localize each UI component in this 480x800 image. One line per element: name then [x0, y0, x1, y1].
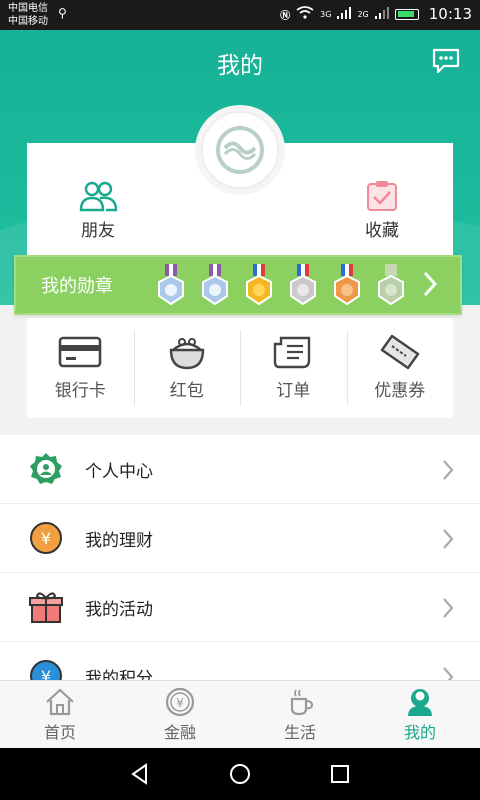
- purse-icon: [169, 338, 204, 370]
- medal-icon: [329, 263, 365, 307]
- medal-icon: [197, 263, 233, 307]
- bank-card-icon: [58, 336, 102, 368]
- carrier-2: 中国移动: [8, 16, 48, 27]
- tab-profile[interactable]: 我的: [360, 681, 480, 748]
- nfc-icon: Ⓝ: [280, 10, 291, 22]
- message-button[interactable]: [432, 48, 460, 74]
- bank-card-button[interactable]: 银行卡: [27, 318, 134, 418]
- medal-icon: [241, 263, 277, 307]
- friends-button[interactable]: 朋友: [48, 180, 148, 241]
- red-packet-button[interactable]: 红包: [133, 318, 241, 418]
- friends-label: 朋友: [81, 221, 115, 241]
- tab-life[interactable]: 生活: [240, 681, 360, 748]
- gift-icon: [29, 590, 63, 624]
- medal-list: [153, 263, 409, 307]
- signal-icon-2: [374, 6, 389, 22]
- bank-card-label: 银行卡: [54, 381, 106, 401]
- coupons-label: 优惠券: [374, 381, 426, 401]
- orders-label: 订单: [276, 381, 311, 401]
- avatar-logo-icon: [216, 126, 264, 174]
- medal-icon: [373, 263, 409, 307]
- favorites-icon: [367, 181, 397, 211]
- wallet-row: 银行卡 红包 订单 优惠券: [27, 318, 453, 418]
- favorites-label: 收藏: [365, 221, 399, 241]
- clock: 10:13: [428, 5, 472, 23]
- favorites-button[interactable]: 收藏: [332, 180, 432, 241]
- tab-label: 我的: [403, 723, 436, 742]
- network-2g: 2G: [357, 9, 369, 19]
- usb-icon: ⚲: [58, 6, 67, 20]
- battery-icon: [394, 8, 419, 20]
- wifi-icon: [296, 6, 314, 22]
- coffee-icon: [290, 689, 314, 716]
- back-icon[interactable]: [128, 762, 152, 786]
- carrier-1: 中国电信: [8, 3, 48, 14]
- menu-label: 我的理财: [85, 530, 153, 551]
- chevron-right-icon: [443, 460, 454, 480]
- svg-text:¥: ¥: [176, 696, 184, 710]
- status-bar: 中国电信 中国移动 ⚲ Ⓝ 3G 2G 10:13: [0, 0, 480, 30]
- menu-item-finance[interactable]: ¥ 我的理财: [0, 504, 480, 573]
- svg-text:¥: ¥: [41, 529, 51, 548]
- medal-banner[interactable]: 我的勋章: [14, 255, 462, 315]
- menu-label: 个人中心: [85, 461, 153, 482]
- menu-item-activities[interactable]: 我的活动: [0, 573, 480, 642]
- tab-finance[interactable]: ¥ 金融: [120, 681, 240, 748]
- receipt-icon: [274, 336, 311, 369]
- tab-label: 生活: [283, 723, 316, 742]
- medal-icon: [285, 263, 321, 307]
- chevron-right-icon: [443, 529, 454, 549]
- home-icon: [46, 688, 74, 716]
- ticket-icon: [380, 334, 419, 370]
- home-nav-icon[interactable]: [228, 762, 252, 786]
- page-title: 我的: [217, 53, 263, 79]
- signal-icon: [337, 6, 352, 22]
- status-icons: Ⓝ 3G 2G 10:13: [280, 5, 472, 23]
- recents-icon[interactable]: [328, 762, 352, 786]
- user-center-icon: [29, 452, 63, 486]
- avatar[interactable]: [201, 111, 279, 189]
- finance-icon: ¥: [29, 521, 63, 555]
- medal-label: 我的勋章: [41, 276, 113, 297]
- tab-home[interactable]: 首页: [0, 681, 120, 748]
- tab-bar: 首页 ¥ 金融 生活 我的: [0, 680, 480, 748]
- coupons-button[interactable]: 优惠券: [346, 318, 454, 418]
- medal-icon: [153, 263, 189, 307]
- red-packet-label: 红包: [169, 381, 204, 401]
- finance-tab-icon: ¥: [165, 687, 195, 717]
- menu-label: 我的活动: [85, 599, 153, 620]
- menu-list: 个人中心 ¥ 我的理财 我的活动 ¥ 我的积分: [0, 435, 480, 711]
- tab-label: 首页: [43, 723, 76, 742]
- system-nav-bar: [0, 748, 480, 800]
- profile-icon: [408, 689, 432, 716]
- friends-icon: [79, 181, 118, 212]
- tab-label: 金融: [163, 723, 196, 742]
- menu-item-user-center[interactable]: 个人中心: [0, 435, 480, 504]
- network-3g: 3G: [320, 9, 332, 19]
- orders-button[interactable]: 订单: [240, 318, 347, 418]
- chat-bubble-icon: [432, 48, 460, 74]
- carrier-info: 中国电信 中国移动: [8, 2, 48, 28]
- chevron-right-icon: [443, 598, 454, 618]
- chevron-right-icon: [423, 271, 438, 297]
